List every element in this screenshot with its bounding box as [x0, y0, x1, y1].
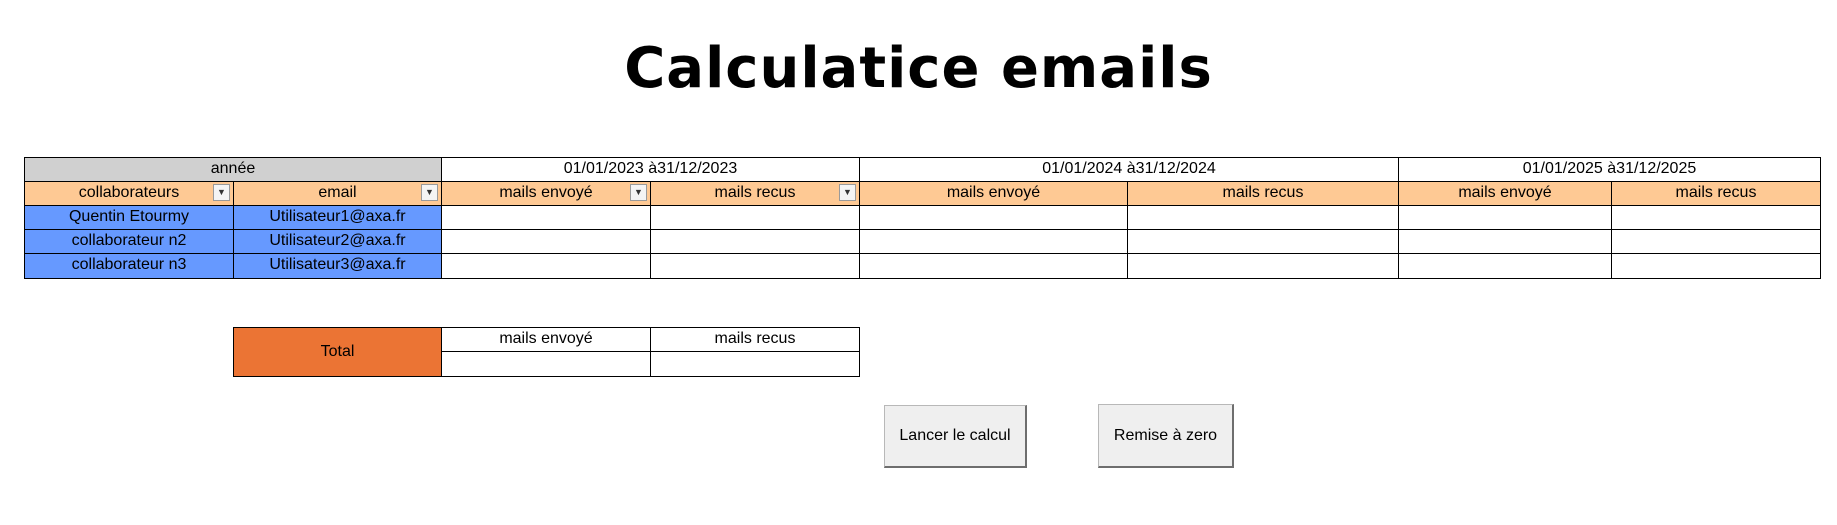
header-2025-received[interactable]: mails recus [1611, 181, 1821, 206]
table-row-3-2024-received[interactable] [1127, 253, 1399, 279]
reset-button[interactable]: Remise à zero [1098, 404, 1234, 468]
table-row-2-2025-sent[interactable] [1398, 229, 1612, 254]
table-row-2-2023-sent[interactable] [441, 229, 651, 254]
header-2024-sent[interactable]: mails envoyé [859, 181, 1128, 206]
period-2025-cell[interactable]: 01/01/2025 à31/12/2025 [1398, 157, 1821, 182]
table-row-1-2025-received[interactable] [1611, 205, 1821, 230]
header-email-label: email [318, 184, 357, 201]
total-received-header[interactable]: mails recus [650, 327, 860, 352]
header-collaborateurs-label: collaborateurs [78, 184, 180, 201]
table-row-2-2023-received[interactable] [650, 229, 860, 254]
header-collaborateurs[interactable]: collaborateurs ▼ [24, 181, 234, 206]
header-2023-sent[interactable]: mails envoyé ▼ [441, 181, 651, 206]
table-row-2-2024-received[interactable] [1127, 229, 1399, 254]
year-header-cell[interactable]: année [24, 157, 442, 182]
table-row-2-2024-sent[interactable] [859, 229, 1128, 254]
table-row-1-email[interactable]: Utilisateur1@axa.fr [233, 205, 442, 230]
table-row-1-2025-sent[interactable] [1398, 205, 1612, 230]
header-email[interactable]: email ▼ [233, 181, 442, 206]
table-row-2-email[interactable]: Utilisateur2@axa.fr [233, 229, 442, 254]
table-row-3-name[interactable]: collaborateur n3 [24, 253, 234, 279]
launch-calc-button[interactable]: Lancer le calcul [884, 405, 1027, 468]
total-label-cell[interactable]: Total [233, 327, 442, 377]
table-row-1-2023-sent[interactable] [441, 205, 651, 230]
header-2023-received[interactable]: mails recus ▼ [650, 181, 860, 206]
table-row-2-name[interactable]: collaborateur n2 [24, 229, 234, 254]
chevron-down-icon[interactable]: ▼ [630, 184, 647, 201]
table-row-1-2024-sent[interactable] [859, 205, 1128, 230]
total-sent-value[interactable] [441, 351, 651, 377]
header-2023-received-label: mails recus [714, 184, 796, 201]
table-row-1-2024-received[interactable] [1127, 205, 1399, 230]
period-2024-cell[interactable]: 01/01/2024 à31/12/2024 [859, 157, 1399, 182]
table-row-1-name[interactable]: Quentin Etourmy [24, 205, 234, 230]
period-2023-cell[interactable]: 01/01/2023 à31/12/2023 [441, 157, 860, 182]
table-row-1-2023-received[interactable] [650, 205, 860, 230]
chevron-down-icon[interactable]: ▼ [213, 184, 230, 201]
header-2024-received[interactable]: mails recus [1127, 181, 1399, 206]
table-row-3-email[interactable]: Utilisateur3@axa.fr [233, 253, 442, 279]
total-sent-header[interactable]: mails envoyé [441, 327, 651, 352]
total-received-value[interactable] [650, 351, 860, 377]
table-row-3-2024-sent[interactable] [859, 253, 1128, 279]
table-row-3-2025-received[interactable] [1611, 253, 1821, 279]
chevron-down-icon[interactable]: ▼ [839, 184, 856, 201]
header-2023-sent-label: mails envoyé [499, 184, 593, 201]
chevron-down-icon[interactable]: ▼ [421, 184, 438, 201]
table-row-3-2023-received[interactable] [650, 253, 860, 279]
page-title: Calculatice emails [624, 36, 1213, 101]
table-row-3-2025-sent[interactable] [1398, 253, 1612, 279]
table-row-3-2023-sent[interactable] [441, 253, 651, 279]
table-row-2-2025-received[interactable] [1611, 229, 1821, 254]
header-2025-sent[interactable]: mails envoyé [1398, 181, 1612, 206]
